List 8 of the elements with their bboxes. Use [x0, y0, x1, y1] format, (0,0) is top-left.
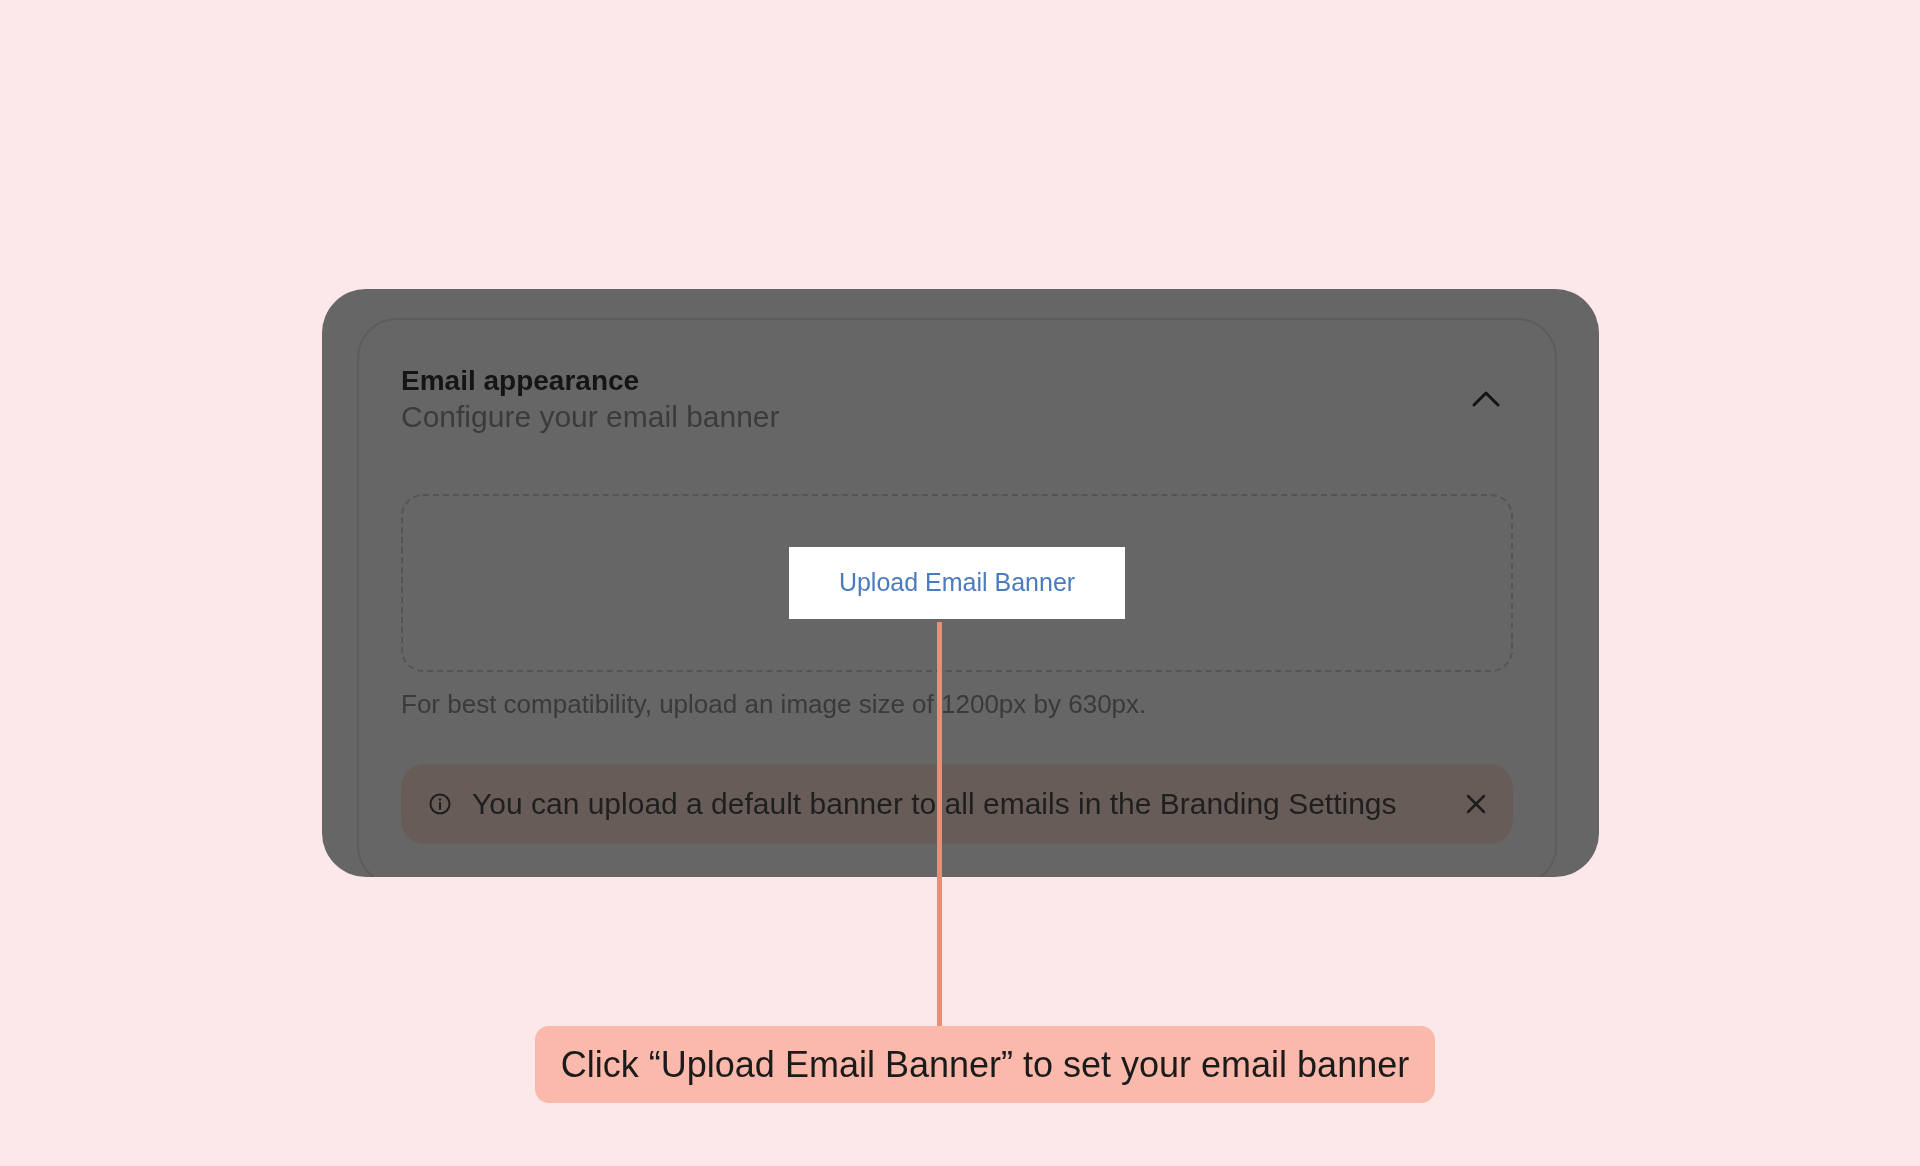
tooltip-callout: Click “Upload Email Banner” to set your email banner: [535, 1026, 1435, 1103]
chevron-up-icon[interactable]: [1472, 391, 1500, 407]
drop-zone[interactable]: Upload Email Banner: [401, 494, 1513, 672]
info-icon: [429, 793, 451, 815]
upload-banner-button[interactable]: Upload Email Banner: [789, 547, 1125, 619]
section-title: Email appearance: [401, 364, 641, 398]
close-icon[interactable]: [1466, 794, 1486, 814]
info-message: You can upload a default banner to all emails in the Branding Settings: [472, 787, 1398, 821]
